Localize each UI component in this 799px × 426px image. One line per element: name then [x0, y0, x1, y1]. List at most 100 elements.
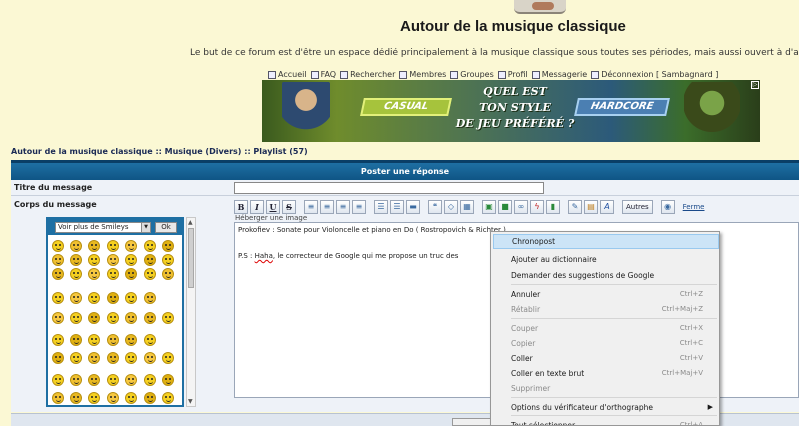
smiley-icon[interactable]: [70, 268, 82, 280]
context-menu-item[interactable]: Ajouter au dictionnaire: [493, 252, 719, 267]
smiley-icon[interactable]: [70, 334, 82, 346]
context-menu-item[interactable]: Demander des suggestions de Google: [493, 268, 719, 283]
table-icon[interactable]: ▦: [460, 200, 474, 214]
nav-membres[interactable]: Membres: [399, 70, 446, 79]
smiley-icon[interactable]: [144, 254, 156, 266]
smiley-icon[interactable]: [144, 392, 156, 404]
close-toolbar-link[interactable]: Ferme: [683, 203, 705, 211]
smiley-icon[interactable]: [70, 254, 82, 266]
strike-button[interactable]: S: [282, 200, 296, 214]
smiley-icon[interactable]: [88, 312, 100, 324]
smiley-icon[interactable]: [107, 240, 119, 252]
smiley-icon[interactable]: [144, 312, 156, 324]
smiley-icon[interactable]: [125, 240, 137, 252]
smiley-icon[interactable]: [107, 268, 119, 280]
smiley-icon[interactable]: [144, 292, 156, 304]
smiley-icon[interactable]: [88, 292, 100, 304]
smiley-icon[interactable]: [125, 374, 137, 386]
smiley-icon[interactable]: [107, 312, 119, 324]
misspelled-word[interactable]: Haha: [255, 252, 273, 260]
spoiler-icon[interactable]: ▮: [546, 200, 560, 214]
video-icon[interactable]: ■: [498, 200, 512, 214]
smiley-icon[interactable]: [125, 352, 137, 364]
smiley-ok-button[interactable]: Ok: [155, 222, 177, 233]
ad-banner[interactable]: CASUAL QUEL EST TON STYLE DE JEU PRÉFÉRÉ…: [262, 80, 760, 142]
nav-groupes[interactable]: Groupes: [450, 70, 494, 79]
smiley-icon[interactable]: [88, 240, 100, 252]
image-icon[interactable]: ▣: [482, 200, 496, 214]
smiley-icon[interactable]: [125, 312, 137, 324]
smiley-icon[interactable]: [88, 352, 100, 364]
numbered-list-icon[interactable]: ☰: [390, 200, 404, 214]
smiley-icon[interactable]: [162, 392, 174, 404]
hr-icon[interactable]: ▬: [406, 200, 420, 214]
context-menu-item[interactable]: Copier Ctrl+C: [493, 336, 719, 351]
help-icon[interactable]: ◉: [660, 200, 675, 214]
smiley-icon[interactable]: [125, 392, 137, 404]
context-menu-item[interactable]: Coller en texte brut Ctrl+Maj+V: [493, 366, 719, 381]
breadcrumb[interactable]: Autour de la musique classique :: Musiqu…: [11, 147, 308, 156]
smiley-icon[interactable]: [70, 292, 82, 304]
context-menu-item[interactable]: Coller Ctrl+V: [493, 351, 719, 366]
smiley-scrollbar[interactable]: ▲ ▼: [186, 217, 196, 407]
font-icon[interactable]: ▤: [584, 200, 598, 214]
scroll-up-icon[interactable]: ▲: [188, 219, 193, 226]
quote-icon[interactable]: ❝: [428, 200, 442, 214]
smiley-select[interactable]: Voir plus de Smileys ▼: [55, 222, 151, 233]
smiley-icon[interactable]: [52, 268, 64, 280]
align-center-icon[interactable]: ≡: [320, 200, 334, 214]
smiley-icon[interactable]: [125, 254, 137, 266]
align-justify-icon[interactable]: ≡: [352, 200, 366, 214]
context-menu-item[interactable]: Couper Ctrl+X: [493, 321, 719, 336]
smiley-icon[interactable]: [70, 312, 82, 324]
smiley-icon[interactable]: [70, 392, 82, 404]
smiley-icon[interactable]: [88, 374, 100, 386]
size-icon[interactable]: A: [600, 200, 614, 214]
smiley-icon[interactable]: [162, 254, 174, 266]
nav-profil[interactable]: Profil: [497, 70, 528, 79]
host-image-link[interactable]: Héberger une image: [235, 214, 307, 222]
link-icon[interactable]: ∞: [514, 200, 528, 214]
smiley-icon[interactable]: [107, 254, 119, 266]
smiley-icon[interactable]: [88, 334, 100, 346]
color-icon[interactable]: ✎: [568, 200, 582, 214]
smiley-icon[interactable]: [52, 352, 64, 364]
smiley-icon[interactable]: [52, 254, 64, 266]
smiley-icon[interactable]: [162, 268, 174, 280]
smiley-icon[interactable]: [107, 352, 119, 364]
smiley-icon[interactable]: [144, 352, 156, 364]
smiley-icon[interactable]: [107, 392, 119, 404]
scroll-down-icon[interactable]: ▼: [188, 398, 193, 405]
smiley-icon[interactable]: [107, 334, 119, 346]
smiley-icon[interactable]: [52, 292, 64, 304]
banner-hardcore-button[interactable]: HARDCORE: [574, 98, 670, 116]
nav-messagerie[interactable]: Messagerie: [531, 70, 587, 79]
smiley-icon[interactable]: [52, 312, 64, 324]
smiley-icon[interactable]: [88, 392, 100, 404]
align-left-icon[interactable]: ≡: [304, 200, 318, 214]
banner-casual-button[interactable]: CASUAL: [360, 98, 452, 116]
nav-rechercher[interactable]: Rechercher: [340, 70, 395, 79]
smiley-icon[interactable]: [162, 240, 174, 252]
smiley-icon[interactable]: [70, 240, 82, 252]
smiley-icon[interactable]: [52, 240, 64, 252]
context-menu-item[interactable]: Rétablir Ctrl+Maj+Z: [493, 302, 719, 317]
smiley-icon[interactable]: [144, 240, 156, 252]
align-right-icon[interactable]: ≡: [336, 200, 350, 214]
nav-accueil[interactable]: Accueil: [268, 70, 307, 79]
context-menu-item[interactable]: Annuler Ctrl+Z: [493, 287, 719, 302]
smiley-icon[interactable]: [162, 312, 174, 324]
bullet-list-icon[interactable]: ☰: [374, 200, 388, 214]
context-menu-item[interactable]: Options du vérificateur d'orthographe ▶: [493, 400, 719, 415]
smiley-icon[interactable]: [144, 334, 156, 346]
scrollbar-thumb[interactable]: [188, 228, 194, 288]
title-input[interactable]: [234, 182, 544, 194]
smiley-icon[interactable]: [162, 352, 174, 364]
bold-button[interactable]: B: [234, 200, 248, 214]
smiley-icon[interactable]: [107, 292, 119, 304]
smiley-icon[interactable]: [70, 374, 82, 386]
smiley-icon[interactable]: [52, 374, 64, 386]
smiley-icon[interactable]: [52, 334, 64, 346]
smiley-icon[interactable]: [88, 268, 100, 280]
smiley-icon[interactable]: [52, 392, 64, 404]
